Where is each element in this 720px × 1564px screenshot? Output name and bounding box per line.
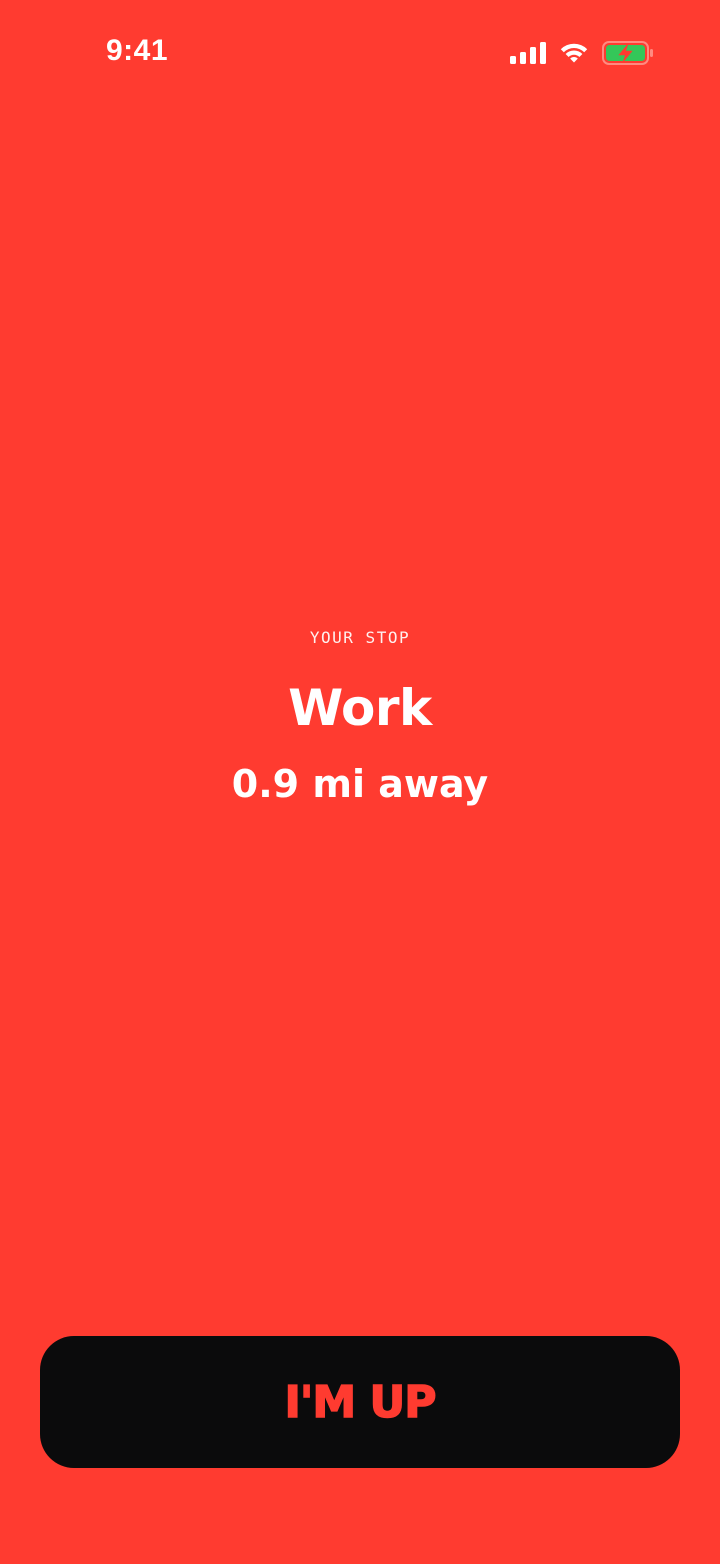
cellular-signal-icon: [510, 42, 546, 64]
status-time: 9:41: [106, 34, 169, 67]
stop-distance: 0.9 mi away: [231, 762, 489, 806]
wifi-icon: [558, 41, 590, 65]
stop-eyebrow-label: YOUR STOP: [309, 628, 411, 647]
status-bar: 9:41: [0, 0, 720, 106]
stop-name: Work: [288, 679, 432, 737]
stop-info: YOUR STOP Work 0.9 mi away: [0, 624, 720, 808]
im-up-button[interactable]: I'M UP: [40, 1336, 680, 1468]
battery-charging-icon: [602, 40, 654, 66]
im-up-button-label: I'M UP: [284, 1376, 437, 1429]
status-icons: [510, 38, 654, 68]
